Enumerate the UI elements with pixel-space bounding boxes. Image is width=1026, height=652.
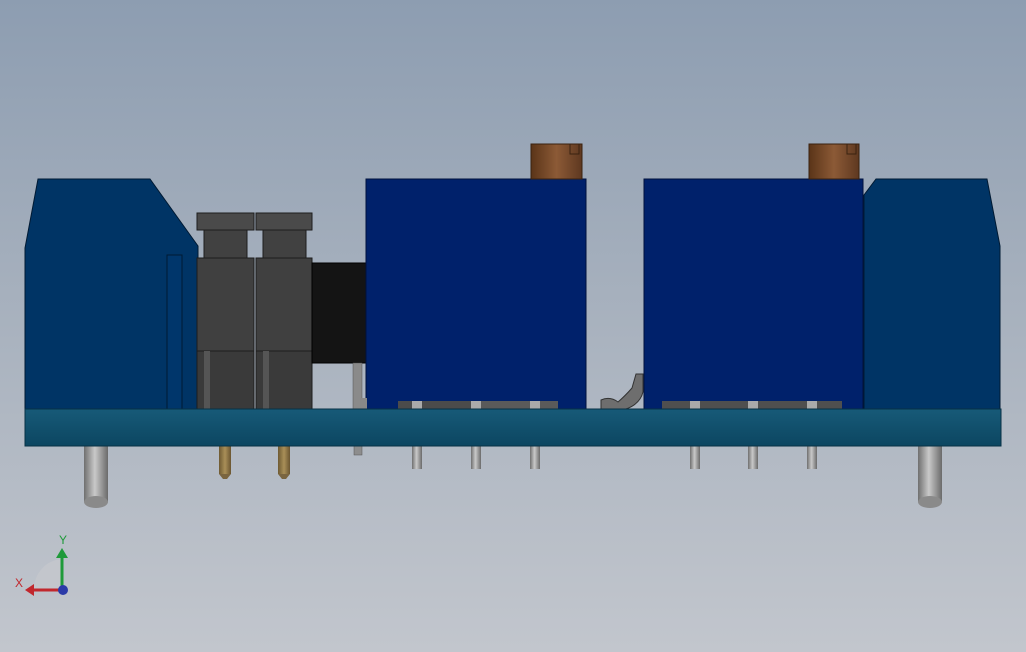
header-pin-2[interactable] bbox=[278, 444, 290, 479]
terminal-housing-right[interactable] bbox=[863, 178, 1001, 410]
pcb-assembly-side-view[interactable] bbox=[0, 0, 1026, 652]
relay1-pin-2[interactable] bbox=[471, 444, 481, 469]
header-pin-1[interactable] bbox=[219, 444, 231, 479]
electrolytic-capacitor[interactable] bbox=[311, 262, 369, 410]
relay1-pin-1[interactable] bbox=[412, 444, 422, 469]
cad-graphics-viewport[interactable]: Y X bbox=[0, 0, 1026, 652]
relay-right-knob[interactable] bbox=[808, 143, 860, 180]
coordinate-triad-icon bbox=[25, 548, 68, 596]
pin-header-connector[interactable] bbox=[196, 212, 313, 410]
relay2-pin-3[interactable] bbox=[807, 444, 817, 469]
pcb-board[interactable] bbox=[24, 408, 1002, 447]
bent-component-lead[interactable] bbox=[600, 373, 644, 410]
relay1-pin-3[interactable] bbox=[530, 444, 540, 469]
relay-left-knob[interactable] bbox=[530, 143, 583, 180]
terminal-housing-left[interactable] bbox=[24, 178, 199, 410]
mounting-post-left[interactable] bbox=[84, 444, 108, 508]
relay2-pin-1[interactable] bbox=[690, 444, 700, 469]
mounting-post-right[interactable] bbox=[918, 444, 942, 508]
relay2-pin-2[interactable] bbox=[748, 444, 758, 469]
relay-left[interactable] bbox=[360, 178, 587, 410]
triad-y-label: Y bbox=[59, 533, 68, 547]
triad-x-label: X bbox=[15, 576, 24, 590]
relay-right[interactable] bbox=[643, 178, 864, 410]
